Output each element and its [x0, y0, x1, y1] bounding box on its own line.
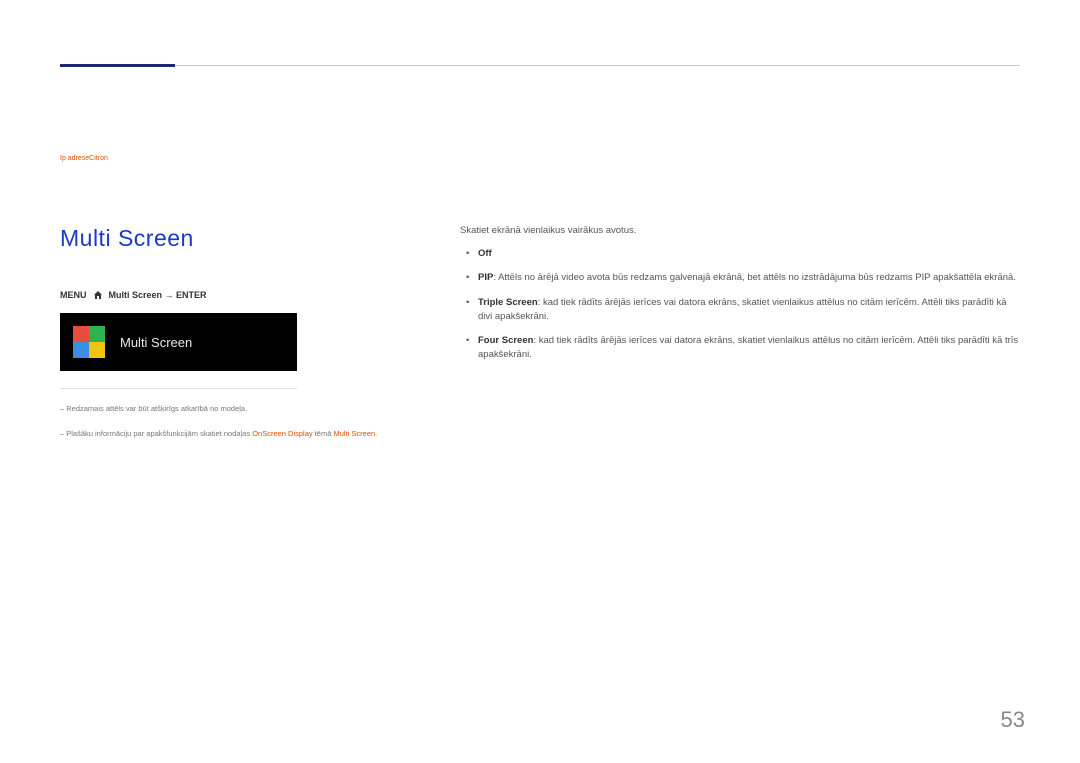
option-label: Off — [478, 248, 492, 259]
option-label: Triple Screen — [478, 297, 538, 308]
list-item: Triple Screen: kad tiek rādīts ārējās ie… — [460, 296, 1020, 325]
subtitle-row: Ip adreseCitron — [60, 155, 108, 162]
subtitle-orange: Ip adreseCitron — [60, 155, 108, 162]
intro-text: Skatiet ekrānā vienlaikus vairākus avotu… — [460, 225, 636, 236]
accent-bar — [60, 64, 175, 67]
multi-screen-icon — [73, 326, 105, 358]
option-label: PIP — [478, 272, 493, 283]
screenshot-label: Multi Screen — [120, 335, 192, 350]
menu-right: Multi Screen → ENTER — [109, 290, 207, 300]
footnote-2: – Plašāku informāciju par apakšfunkcijām… — [60, 429, 377, 438]
page-number: 53 — [1001, 707, 1025, 733]
option-label: Four Screen — [478, 335, 533, 346]
menu-left: MENU — [60, 290, 87, 300]
list-item: PIP: Attēls no ārējā video avota būs red… — [460, 271, 1020, 285]
link-multi-screen: Multi Screen — [333, 429, 375, 438]
option-list: Off PIP: Attēls no ārējā video avota būs… — [460, 247, 1020, 373]
divider — [60, 388, 297, 389]
footnote-1: – Redzamais attēls var būt atšķirīgs atk… — [60, 404, 247, 413]
home-icon — [93, 290, 103, 300]
top-border — [60, 65, 1020, 66]
menu-path: MENU Multi Screen → ENTER — [60, 290, 207, 300]
list-item: Four Screen: kad tiek rādīts ārējās ierī… — [460, 334, 1020, 363]
page-title: Multi Screen — [60, 225, 194, 252]
link-onscreen-display: OnScreen Display — [252, 429, 312, 438]
feature-screenshot: Multi Screen — [60, 313, 297, 371]
list-item: Off — [460, 247, 1020, 261]
